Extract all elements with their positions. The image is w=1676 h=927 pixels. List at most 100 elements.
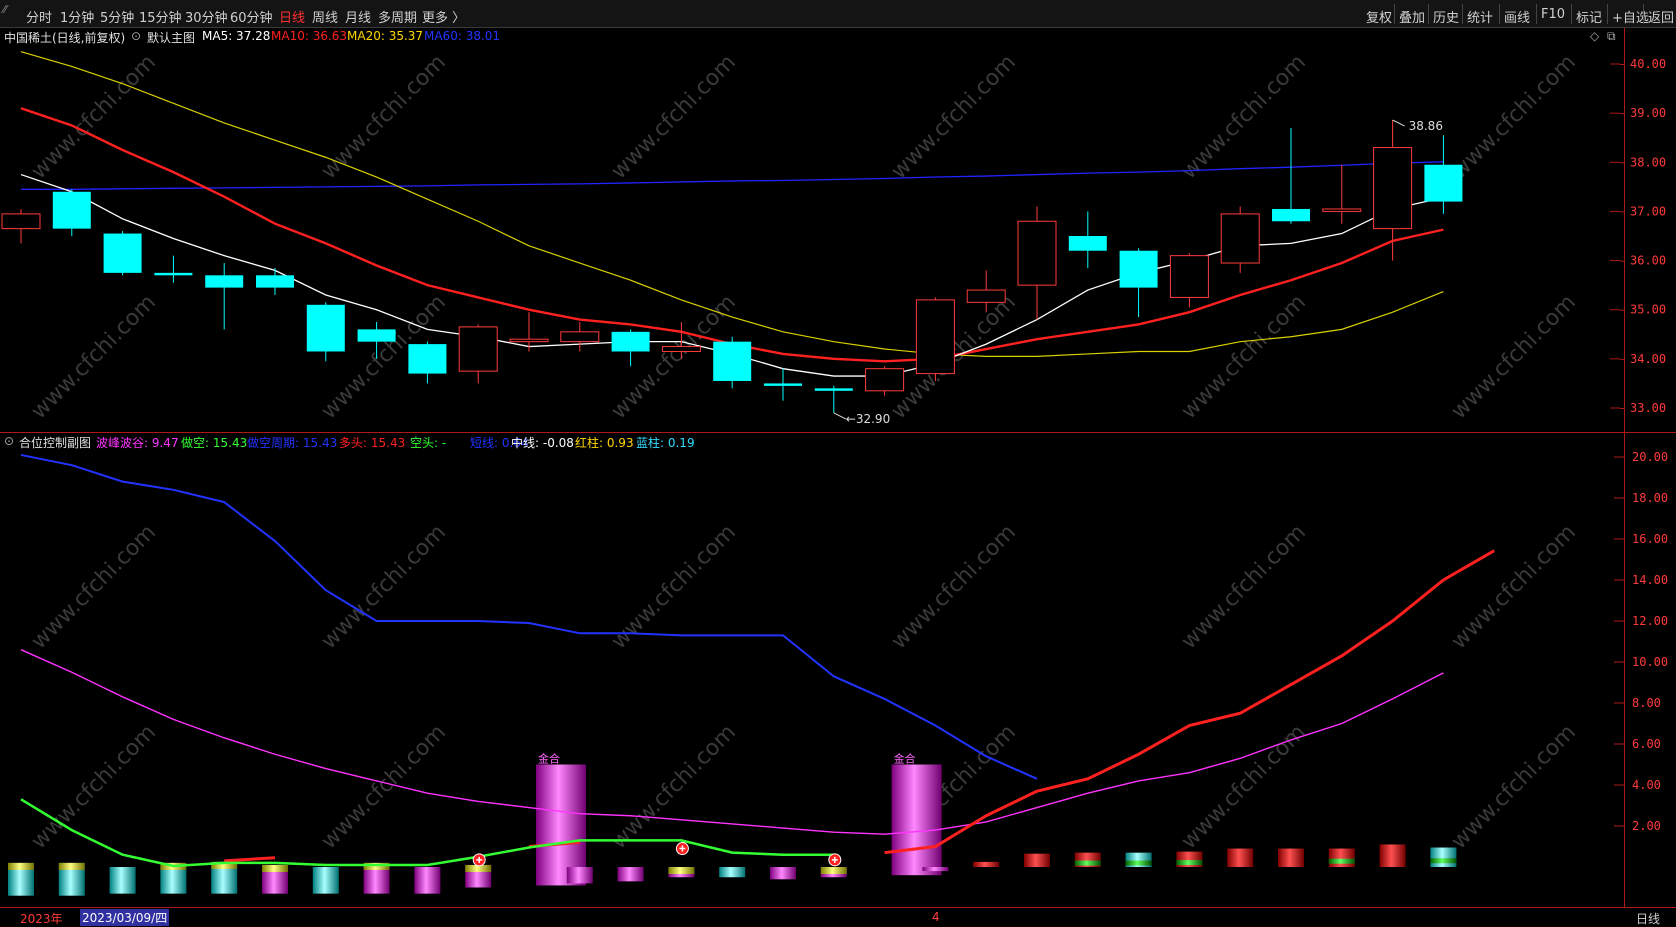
candle-body-up [560, 331, 600, 343]
candle-body-down [814, 388, 853, 391]
price-tick-label: 38.00 [1630, 155, 1666, 169]
candle-body-up [966, 289, 1006, 303]
sub-tick-label: 8.00 [1632, 696, 1661, 710]
indicator-bar [566, 867, 593, 884]
watermark-text: www.cfchi.com [1177, 520, 1311, 654]
candle-body-down [154, 272, 193, 276]
price-tick-label: 33.00 [1630, 401, 1666, 415]
price-tick-label: 37.00 [1630, 204, 1666, 218]
candle-body-down [1119, 250, 1158, 288]
price-tick [1620, 64, 1625, 65]
candle-body-down [408, 344, 447, 374]
indicator-bar-cap [262, 864, 288, 872]
sub-tick-label: 16.00 [1632, 532, 1668, 546]
indicator-bar-cap [668, 867, 695, 874]
indicator-bar [312, 867, 339, 894]
candle-body-down [306, 304, 345, 352]
indicator-bar [973, 861, 1000, 867]
candle-body-up [1373, 147, 1413, 230]
candle-body-up [661, 346, 701, 352]
indicator-bar-band [1176, 860, 1203, 866]
high-label: 38.86 [1409, 119, 1443, 133]
price-tick-label: 34.00 [1630, 352, 1666, 366]
candle-body-up [915, 299, 955, 375]
indicator-bar-cap [8, 862, 34, 870]
watermark-text: www.cfchi.com [1447, 520, 1581, 654]
indicator-bar [922, 867, 949, 872]
candle-body-down [611, 331, 650, 352]
watermark-text: www.cfchi.com [607, 720, 741, 854]
price-tick-label: 35.00 [1630, 303, 1666, 317]
watermark-text: www.cfchi.com [317, 520, 451, 654]
indicator-bar [719, 867, 746, 878]
indicator-bar [1430, 847, 1457, 867]
candle-body-down [205, 275, 244, 288]
indicator-line-做空周期 [20, 453, 1038, 780]
sub-tick-label: 2.00 [1632, 819, 1661, 833]
candle-body-down [52, 191, 91, 229]
price-axis-line [1624, 28, 1625, 908]
watermark-text: www.cfchi.com [317, 720, 451, 854]
watermark-text: www.cfchi.com [887, 520, 1021, 654]
date-cursor-label: 2023/03/09/四 [80, 909, 170, 926]
indicator-bar [109, 867, 136, 894]
low-label: ←32.90 [846, 412, 890, 426]
price-tick [1620, 260, 1625, 262]
candle-body-up [1220, 213, 1260, 264]
candle-body-up [458, 326, 498, 372]
period-label[interactable]: 日线 [1636, 910, 1660, 927]
indicator-bar-cap [58, 862, 85, 870]
indicator-bar-band [1074, 860, 1101, 866]
watermark-text: www.cfchi.com [607, 50, 741, 184]
sub-tick-label: 20.00 [1632, 450, 1668, 464]
price-tick [1620, 211, 1625, 213]
indicator-bar-band [1328, 858, 1355, 864]
sub-tick-label: 4.00 [1632, 778, 1661, 792]
indicator-line-做空 [20, 798, 834, 868]
candle-body-down [357, 329, 396, 342]
price-tick [1620, 309, 1625, 311]
price-tick [1620, 358, 1625, 360]
sub-tick-label: 10.00 [1632, 655, 1668, 669]
time-axis-line [0, 907, 1676, 908]
indicator-bar-band [1430, 858, 1457, 864]
candle-body-up [1169, 255, 1209, 298]
candle-body-down [764, 383, 802, 386]
indicator-bar [1024, 853, 1050, 867]
candle-body-up [509, 338, 549, 343]
panel-divider [0, 432, 1676, 433]
indicator-bar [770, 867, 796, 880]
candle-body-up [865, 368, 905, 392]
watermark-text: www.cfchi.com [27, 720, 161, 854]
indicator-bar [617, 867, 644, 882]
indicator-line-多头 [224, 856, 276, 863]
ma60-line [21, 161, 1444, 190]
watermark-text: www.cfchi.com [1447, 720, 1581, 854]
price-tick-label: 40.00 [1630, 57, 1666, 71]
watermark-text: www.cfchi.com [887, 50, 1021, 184]
price-tick [1620, 162, 1625, 164]
chart-canvas[interactable]: www.cfchi.com www.cfchi.com www.cfchi.com w… [0, 0, 1676, 927]
candle-body-down [1424, 164, 1463, 202]
indicator-bar [1328, 848, 1355, 867]
indicator-bar-cap [820, 867, 847, 874]
signal-label: 金合 [894, 752, 916, 766]
low-arrow [833, 412, 847, 420]
indicator-bar [414, 867, 441, 894]
sub-tick-label: 18.00 [1632, 491, 1668, 505]
price-tick-label: 36.00 [1630, 254, 1666, 268]
sub-tick-label: 14.00 [1632, 573, 1668, 587]
sub-tick-label: 12.00 [1632, 614, 1668, 628]
watermark-text: www.cfchi.com [27, 290, 161, 424]
indicator-bar [1227, 848, 1254, 867]
candle-body-down [713, 341, 752, 381]
year-label: 2023年 [20, 912, 63, 926]
indicator-bar [1379, 844, 1406, 867]
candle-body-down [256, 275, 294, 288]
signal-bar [891, 764, 942, 876]
candle-body-down [1068, 236, 1107, 251]
high-arrow [1392, 119, 1405, 127]
price-tick [1620, 113, 1625, 115]
price-tick-label: 39.00 [1630, 106, 1666, 120]
candle-body-down [103, 233, 142, 273]
